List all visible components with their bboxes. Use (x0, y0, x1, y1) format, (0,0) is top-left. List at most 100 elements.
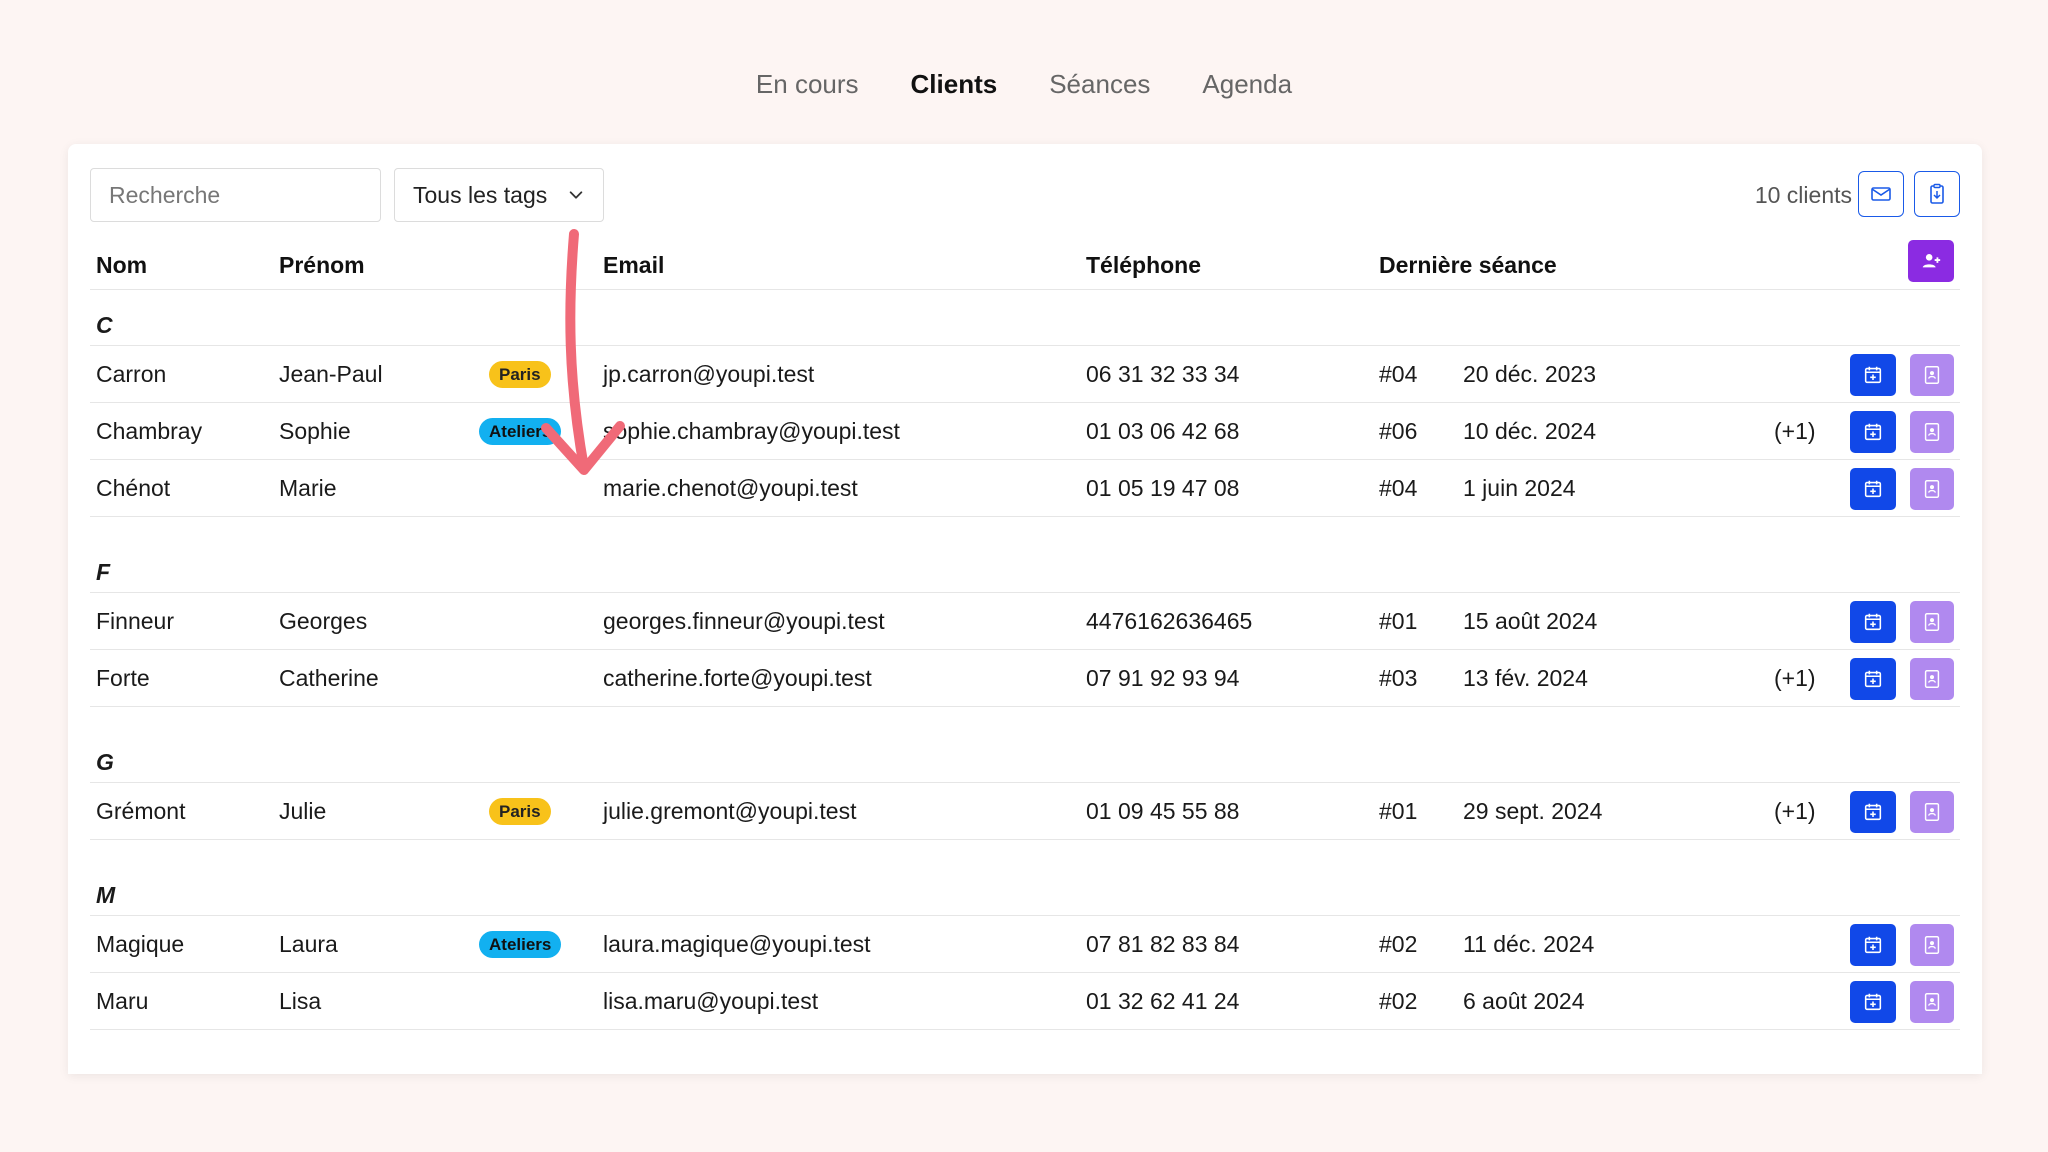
group-letter-f: F (90, 537, 1960, 593)
table-row[interactable]: Maru Lisa lisa.maru@youpi.test 01 32 62 … (90, 973, 1960, 1030)
new-session-button[interactable] (1850, 924, 1896, 966)
cell-nom: Maru (96, 988, 149, 1014)
new-session-button[interactable] (1850, 658, 1896, 700)
tab-en-cours[interactable]: En cours (756, 66, 859, 102)
cell-email: georges.finneur@youpi.test (603, 608, 885, 634)
new-session-button[interactable] (1850, 791, 1896, 833)
main-nav: En cours Clients Séances Agenda (0, 66, 2048, 102)
tag-badge: Paris (489, 798, 551, 825)
client-count: 10 clients (1754, 182, 1852, 208)
cell-prenom: Sophie (279, 418, 351, 444)
tab-agenda[interactable]: Agenda (1202, 66, 1292, 102)
cell-session-number: #02 (1379, 988, 1418, 1014)
email-clients-button[interactable] (1858, 171, 1904, 217)
cell-last-session-date: 10 déc. 2024 (1463, 418, 1597, 444)
calendar-plus-icon (1864, 803, 1882, 821)
cell-prenom: Laura (279, 931, 338, 957)
cell-session-number: #01 (1379, 798, 1418, 824)
mail-icon (1871, 187, 1891, 201)
client-file-button[interactable] (1910, 468, 1954, 510)
contact-file-icon (1924, 366, 1940, 384)
add-client-button[interactable] (1908, 240, 1954, 282)
new-session-button[interactable] (1850, 411, 1896, 453)
cell-nom: Chénot (96, 475, 171, 501)
tab-clients[interactable]: Clients (911, 66, 998, 102)
cell-email: catherine.forte@youpi.test (603, 665, 872, 691)
clipboard-icon (1930, 183, 1944, 204)
new-session-button[interactable] (1850, 468, 1896, 510)
contact-file-icon (1924, 936, 1940, 954)
cell-email: lisa.maru@youpi.test (603, 988, 819, 1014)
contact-file-icon (1924, 803, 1940, 821)
cell-session-number: #06 (1379, 418, 1418, 444)
table-row[interactable]: Chambray Sophie Ateliers sophie.chambray… (90, 403, 1960, 460)
cell-last-session-date: 1 juin 2024 (1463, 475, 1576, 501)
client-file-button[interactable] (1910, 981, 1954, 1023)
cell-email: marie.chenot@youpi.test (603, 475, 858, 501)
tag-filter-select[interactable]: Tous les tags (394, 168, 604, 222)
tag-badge: Paris (489, 361, 551, 388)
header-prenom[interactable]: Prénom (279, 252, 365, 279)
contact-file-icon (1924, 480, 1940, 498)
group-letter-m: M (90, 860, 1960, 916)
cell-prenom: Marie (279, 475, 337, 501)
extra-sessions: (+1) (1774, 665, 1816, 691)
cell-last-session-date: 6 août 2024 (1463, 988, 1585, 1014)
client-file-button[interactable] (1910, 354, 1954, 396)
contact-file-icon (1924, 423, 1940, 441)
new-session-button[interactable] (1850, 981, 1896, 1023)
cell-email: julie.gremont@youpi.test (603, 798, 857, 824)
cell-nom: Carron (96, 361, 167, 387)
cell-telephone: 01 09 45 55 88 (1086, 798, 1240, 824)
header-telephone[interactable]: Téléphone (1086, 252, 1201, 279)
header-email[interactable]: Email (603, 252, 664, 279)
cell-prenom: Georges (279, 608, 368, 634)
calendar-plus-icon (1864, 613, 1882, 631)
tag-filter-value: Tous les tags (413, 181, 548, 208)
cell-session-number: #02 (1379, 931, 1418, 957)
cell-nom: Grémont (96, 798, 186, 824)
table-row[interactable]: Grémont Julie Paris julie.gremont@youpi.… (90, 783, 1960, 840)
contact-file-icon (1924, 670, 1940, 688)
table-header: Nom Prénom Email Téléphone Dernière séan… (90, 240, 1960, 290)
table-row[interactable]: Finneur Georges georges.finneur@youpi.te… (90, 593, 1960, 650)
calendar-plus-icon (1864, 366, 1882, 384)
group-letter-g: G (90, 727, 1960, 783)
header-derniere-seance[interactable]: Dernière séance (1379, 252, 1557, 279)
cell-email: laura.magique@youpi.test (603, 931, 871, 957)
calendar-plus-icon (1864, 936, 1882, 954)
client-file-button[interactable] (1910, 791, 1954, 833)
client-file-button[interactable] (1910, 411, 1954, 453)
cell-last-session-date: 15 août 2024 (1463, 608, 1598, 634)
export-button[interactable] (1914, 171, 1960, 217)
cell-session-number: #03 (1379, 665, 1418, 691)
new-session-button[interactable] (1850, 354, 1896, 396)
cell-last-session-date: 29 sept. 2024 (1463, 798, 1603, 824)
table-row[interactable]: Carron Jean-Paul Paris jp.carron@youpi.t… (90, 346, 1960, 403)
extra-sessions: (+1) (1774, 798, 1816, 824)
cell-telephone: 07 91 92 93 94 (1086, 665, 1240, 691)
client-file-button[interactable] (1910, 658, 1954, 700)
table-row[interactable]: Magique Laura Ateliers laura.magique@you… (90, 916, 1960, 973)
cell-email: sophie.chambray@youpi.test (603, 418, 900, 444)
header-nom[interactable]: Nom (96, 252, 147, 279)
client-file-button[interactable] (1910, 924, 1954, 966)
new-session-button[interactable] (1850, 601, 1896, 643)
table-row[interactable]: Forte Catherine catherine.forte@youpi.te… (90, 650, 1960, 707)
calendar-plus-icon (1864, 480, 1882, 498)
tag-badge: Ateliers (479, 418, 562, 445)
cell-prenom: Lisa (279, 988, 322, 1014)
client-file-button[interactable] (1910, 601, 1954, 643)
cell-nom: Forte (96, 665, 150, 691)
cell-last-session-date: 13 fév. 2024 (1463, 665, 1588, 691)
tab-seances[interactable]: Séances (1049, 66, 1150, 102)
cell-telephone: 01 05 19 47 08 (1086, 475, 1240, 501)
cell-prenom: Jean-Paul (279, 361, 383, 387)
calendar-plus-icon (1864, 670, 1882, 688)
cell-telephone: 01 03 06 42 68 (1086, 418, 1240, 444)
cell-last-session-date: 20 déc. 2023 (1463, 361, 1597, 387)
table-row[interactable]: Chénot Marie marie.chenot@youpi.test 01 … (90, 460, 1960, 517)
search-input[interactable] (90, 168, 381, 222)
cell-telephone: 4476162636465 (1086, 608, 1253, 634)
cell-session-number: #04 (1379, 475, 1418, 501)
